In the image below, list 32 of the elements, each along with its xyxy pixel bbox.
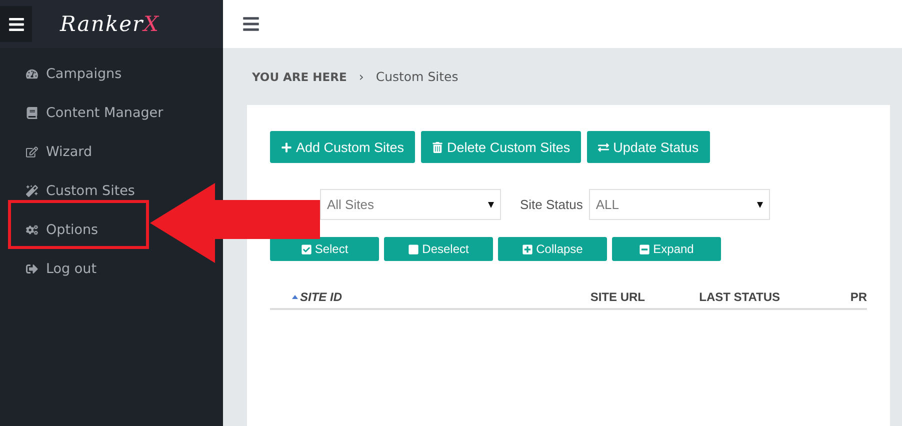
plus-icon — [281, 142, 292, 152]
gears-icon — [26, 224, 38, 236]
sidebar-item[interactable]: Campaigns — [24, 54, 124, 93]
column-header[interactable]: PR — [850, 290, 867, 304]
swap-icon — [598, 142, 610, 152]
edit-icon — [26, 146, 38, 158]
logout-icon — [26, 262, 38, 274]
checkbox-icon — [300, 244, 312, 254]
select-field[interactable]: ALL — [588, 189, 770, 220]
sidebar-item[interactable]: Wizard — [24, 132, 94, 171]
caret-icon — [756, 202, 763, 208]
filter-label: Site Status — [520, 197, 583, 212]
sidebar-item[interactable]: Custom Sites — [24, 171, 137, 210]
column-header[interactable]: SITE ID — [270, 290, 342, 304]
sidebar-item[interactable]: Log out — [24, 249, 99, 288]
wand-icon — [26, 184, 38, 196]
sidebar-item[interactable]: Options — [24, 210, 100, 249]
column-header[interactable]: LAST STATUS — [699, 290, 780, 304]
gauge-icon — [26, 68, 38, 80]
sidebar-item[interactable]: Content Manager — [24, 93, 166, 132]
book-icon — [26, 106, 38, 118]
menu-icon[interactable] — [0, 6, 32, 42]
breadcrumb-separator: › — [358, 69, 364, 84]
square-icon — [408, 244, 420, 254]
select-field[interactable]: All Sites — [320, 189, 501, 220]
menu-icon[interactable] — [242, 15, 260, 33]
logo: RankerX — [60, 12, 160, 36]
column-header[interactable]: SITE URL — [590, 290, 645, 304]
breadcrumb-current: Custom Sites — [376, 69, 458, 84]
breadcrumb-label: YOU ARE HERE — [252, 70, 347, 84]
trash-icon — [432, 142, 444, 152]
caret-icon — [488, 202, 494, 208]
